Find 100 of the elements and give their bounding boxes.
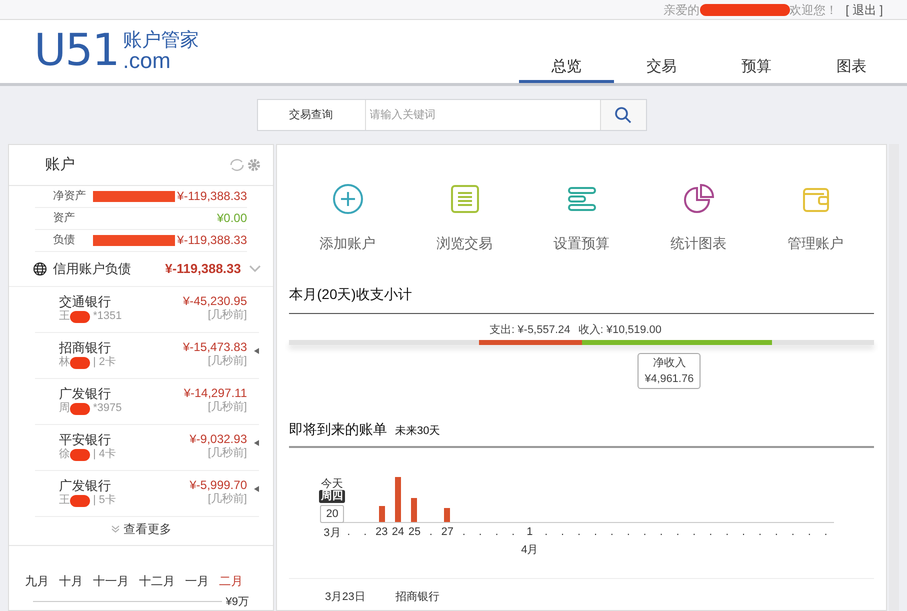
day-label: . [742,526,746,538]
net-income-tooltip: 净收入 ¥4,961.76 [638,352,701,388]
redaction-mark [70,403,90,416]
action-button[interactable]: 统计图表 [648,183,748,283]
summary-label: 资产 [53,210,76,226]
globe-icon [33,262,47,276]
triangle-left-icon [254,486,259,492]
triangle-left-icon [254,440,259,446]
month-tab[interactable]: 一月 [185,572,209,590]
updated-time: [几秒前] [208,493,247,507]
owner-text: 王 [59,494,70,508]
day-label: . [364,526,367,538]
bank-account-item[interactable]: 广发银行 王 | 5卡 ¥-5,999.70 [几秒前] [35,471,259,518]
weekday-badge: 周四 [319,490,346,502]
redaction-mark [70,449,90,462]
greeting-text: 亲爱的 [664,2,700,18]
bank-name: 广发银行 [59,386,112,402]
search-field[interactable]: 请输入关键词 [366,100,600,130]
bank-account-item[interactable]: 交通银行 王 *1351 ¥-45,230.95 [几秒前] [35,287,259,334]
updated-time: [几秒前] [208,447,247,461]
greeting-text: 欢迎您！ [790,2,838,18]
day-label: . [774,526,778,538]
settings-icon[interactable] [247,158,261,172]
summary-value: ¥-119,388.33 [177,232,247,250]
day-label: . [495,526,498,538]
bank-name: 交通银行 [59,294,112,310]
updated-time: [几秒前] [208,309,247,323]
day-label: . [347,526,350,538]
action-button[interactable]: 设置预算 [532,183,632,283]
section-subtitle: 未来30天 [395,424,440,439]
search-category-button[interactable]: 交易查询 [258,100,366,130]
day-label: . [544,526,548,538]
bill-date: 3月23日 [325,590,366,604]
month-tab[interactable]: 十一月 [93,572,129,590]
triangle-left-icon [254,348,259,354]
nav-tab[interactable]: 交易 [614,55,709,83]
bank-name: 平安银行 [59,432,112,448]
expense-total: 支出: ¥-5,557.24 [490,323,570,338]
card-detail: *3975 [93,402,122,416]
search-bar[interactable]: 交易查询 请输入关键词 [256,99,646,131]
chevron-icon[interactable] [249,265,261,274]
month-tab[interactable]: 二月 [219,572,243,590]
day-label: 1 [526,526,533,538]
bank-name: 招商银行 [59,340,112,356]
bank-account-item[interactable]: 招商银行 林 | 2卡 ¥-15,473.83 [几秒前] [35,333,259,380]
bank-amount: ¥-15,473.83 [182,340,247,355]
owner-text: 王 [59,310,70,324]
month-label: 4月 [521,542,538,558]
day-label: 27 [441,526,454,538]
redaction-mark [70,495,90,508]
today-label: 今天 [321,478,344,490]
day-label: . [791,526,794,538]
updated-time: [几秒前] [208,355,247,369]
month-tab[interactable]: 九月 [25,572,49,590]
nav-tab[interactable]: 总览 [519,55,614,83]
action-button[interactable]: 浏览交易 [414,183,514,283]
month-tab[interactable]: 十二月 [139,572,175,590]
bank-amount: ¥-9,032.93 [190,432,247,447]
day-label: . [808,526,811,538]
day-label: 24 [392,526,404,538]
summary-label: 净资产 [53,188,87,204]
logout-link[interactable]: [ 退出 ] [846,0,883,18]
day-label: . [758,526,762,538]
card-detail: | 2卡 [93,356,116,370]
day-label: 25 [408,526,421,538]
bank-amount: ¥-14,297.11 [184,386,247,401]
nav-tab[interactable]: 预算 [709,55,804,83]
group-total: ¥-119,388.33 [165,260,241,278]
day-label: . [561,526,564,538]
date-badge: 20 [320,504,344,523]
action-button[interactable]: 添加账户 [298,183,398,283]
summary-value: ¥-119,388.33 [177,188,247,206]
search-icon [614,106,632,124]
search-button[interactable] [600,100,646,130]
summary-label: 负债 [53,233,76,248]
day-label: . [429,526,432,538]
bank-account-item[interactable]: 平安银行 徐 | 4卡 ¥-9,032.93 [几秒前] [35,425,259,472]
nav-tab[interactable]: 图表 [804,55,899,83]
redaction-mark [70,357,90,370]
owner-text: 徐 [59,448,70,462]
show-more-button[interactable]: 查看更多 [9,517,273,540]
day-label: . [512,526,515,538]
double-chevron-icon [110,524,120,533]
panel-title: 账户 [45,154,75,175]
day-label: . [462,526,466,538]
day-label: . [676,526,680,538]
refresh-icon[interactable] [229,158,245,172]
group-label: 信用账户负债 [53,260,131,278]
bank-amount: ¥-5,999.70 [190,478,247,493]
day-label: . [610,526,614,538]
day-label: 23 [375,526,388,538]
day-label: . [692,526,696,538]
section-title: 本月(20天)收支小计 [289,286,412,302]
month-tab[interactable]: 十月 [59,572,83,590]
bank-account-item[interactable]: 广发银行 周 *3975 ¥-14,297.11 [几秒前] [35,379,259,426]
income-total: 收入: ¥10,519.00 [578,323,662,338]
day-label: . [577,526,581,538]
day-label: . [626,526,630,538]
section-title: 即将到来的账单 [289,420,387,438]
action-button[interactable]: 管理账户 [766,183,866,283]
